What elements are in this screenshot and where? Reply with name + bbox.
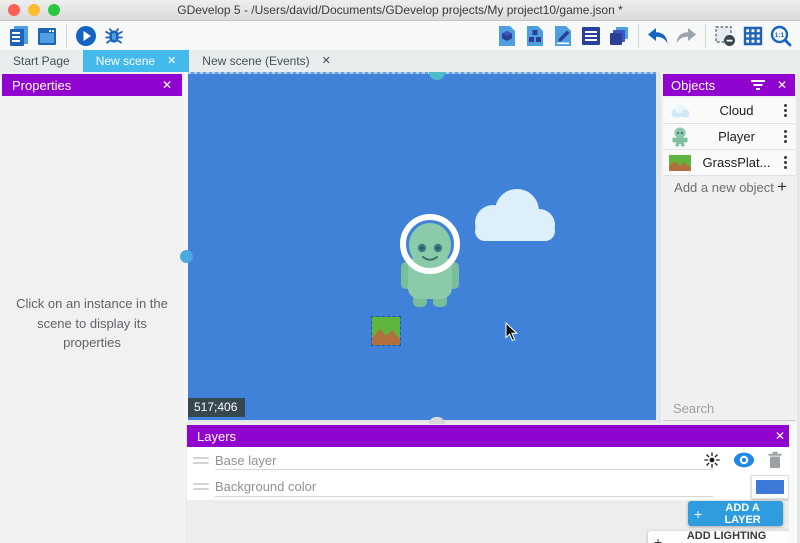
add-object-label: Add a new object bbox=[671, 180, 777, 195]
toolbar-separator bbox=[705, 24, 706, 48]
object-groups-icon[interactable] bbox=[521, 23, 549, 49]
object-search-input[interactable] bbox=[671, 400, 800, 417]
cloud-thumbnail-icon bbox=[669, 104, 691, 118]
objects-panel-title: Objects bbox=[671, 78, 715, 93]
main-toolbar: 1:1 bbox=[0, 21, 800, 50]
gdevelop-window: GDevelop 5 - /Users/david/Documents/GDev… bbox=[0, 0, 800, 543]
cursor-coordinates-badge: 517;406 bbox=[188, 398, 245, 417]
object-name: Player bbox=[693, 129, 780, 144]
background-color-swatch[interactable] bbox=[751, 475, 789, 499]
player-thumbnail-icon bbox=[672, 127, 688, 147]
editor-tab-bar: Start Page New scene ✕ New scene (Events… bbox=[0, 50, 800, 72]
drag-handle-icon[interactable] bbox=[193, 457, 209, 464]
object-menu-icon[interactable] bbox=[780, 154, 791, 171]
tab-label: New scene bbox=[96, 54, 155, 68]
zoom-1-1-icon[interactable]: 1:1 bbox=[767, 23, 795, 49]
mask-icon[interactable] bbox=[711, 23, 739, 49]
object-name: GrassPlat... bbox=[693, 155, 780, 170]
object-row-grassplatform[interactable]: GrassPlat... bbox=[663, 150, 795, 176]
filter-icon[interactable] bbox=[751, 80, 765, 90]
tab-label: Start Page bbox=[13, 54, 70, 68]
start-page-icon[interactable] bbox=[33, 23, 61, 49]
add-a-layer-button[interactable]: + ADD A LAYER bbox=[688, 501, 783, 526]
properties-panel-header: Properties ✕ bbox=[2, 74, 182, 96]
add-new-object-button[interactable]: Add a new object + bbox=[663, 175, 795, 199]
scene-canvas[interactable]: 517;406 bbox=[188, 72, 656, 420]
object-row-player[interactable]: Player bbox=[663, 124, 795, 150]
add-layer-label: ADD A LAYER bbox=[708, 502, 777, 526]
title-bar: GDevelop 5 - /Users/david/Documents/GDev… bbox=[0, 0, 800, 21]
lighting-icon[interactable] bbox=[703, 451, 721, 469]
layer-name[interactable]: Base layer bbox=[215, 453, 276, 468]
plus-icon: + bbox=[777, 177, 787, 197]
layer-name-underline bbox=[215, 496, 713, 497]
object-menu-icon[interactable] bbox=[780, 128, 791, 145]
window-title: GDevelop 5 - /Users/david/Documents/GDev… bbox=[0, 3, 800, 17]
zoom-window-button[interactable] bbox=[48, 4, 60, 16]
layer-name[interactable]: Background color bbox=[215, 479, 316, 494]
layers-panel: Layers ✕ Base layer bbox=[185, 423, 797, 543]
drag-handle-icon[interactable] bbox=[193, 483, 209, 490]
layers-stack-icon[interactable] bbox=[605, 23, 633, 49]
tab-start-page[interactable]: Start Page bbox=[0, 50, 83, 72]
layer-row-background-color[interactable]: Background color bbox=[187, 473, 795, 500]
plus-icon: + bbox=[694, 506, 702, 522]
close-tab-icon[interactable]: ✕ bbox=[322, 56, 331, 67]
close-icon[interactable]: ✕ bbox=[775, 429, 785, 443]
grass-platform-instance[interactable] bbox=[372, 317, 400, 345]
splitter-drag-handle[interactable] bbox=[180, 250, 193, 263]
object-name: Cloud bbox=[693, 103, 780, 118]
tab-new-scene-events[interactable]: New scene (Events) ✕ bbox=[189, 50, 344, 72]
objects-panel-header: Objects ✕ bbox=[663, 74, 795, 96]
add-lighting-layer-label: ADD LIGHTING LAYER bbox=[668, 530, 785, 543]
layers-panel-header: Layers ✕ bbox=[187, 425, 795, 447]
plus-icon: + bbox=[654, 534, 662, 543]
cloud-instance[interactable] bbox=[463, 183, 563, 247]
layers-panel-title: Layers bbox=[197, 429, 236, 444]
object-menu-icon[interactable] bbox=[780, 102, 791, 119]
mouse-cursor bbox=[505, 322, 519, 342]
object-row-cloud[interactable]: Cloud bbox=[663, 98, 795, 124]
toolbar-separator bbox=[638, 24, 639, 48]
player-instance[interactable] bbox=[396, 214, 464, 310]
scene-properties-icon[interactable] bbox=[549, 23, 577, 49]
toolbar-separator bbox=[66, 24, 67, 48]
layers-drag-handle[interactable] bbox=[429, 417, 445, 424]
svg-text:1:1: 1:1 bbox=[775, 32, 785, 39]
scrollbar-gutter bbox=[789, 423, 797, 543]
add-lighting-layer-button[interactable]: + ADD LIGHTING LAYER bbox=[648, 531, 791, 543]
grid-icon[interactable] bbox=[739, 23, 767, 49]
close-icon[interactable]: ✕ bbox=[162, 78, 172, 92]
delete-trash-icon[interactable] bbox=[767, 451, 783, 469]
layer-name-underline bbox=[215, 469, 713, 470]
properties-panel: Properties ✕ Click on an instance in the… bbox=[0, 72, 184, 543]
debug-icon[interactable] bbox=[100, 23, 128, 49]
close-window-button[interactable] bbox=[8, 4, 20, 16]
properties-panel-title: Properties bbox=[12, 78, 71, 93]
tab-new-scene[interactable]: New scene ✕ bbox=[83, 50, 190, 72]
objects-editor-icon[interactable] bbox=[493, 23, 521, 49]
redo-icon[interactable] bbox=[672, 23, 700, 49]
tab-label: New scene (Events) bbox=[202, 54, 309, 68]
minimize-window-button[interactable] bbox=[28, 4, 40, 16]
project-manager-icon[interactable] bbox=[5, 23, 33, 49]
layer-row-base[interactable]: Base layer bbox=[187, 447, 795, 473]
scene-top-edge bbox=[188, 72, 656, 74]
close-icon[interactable]: ✕ bbox=[777, 78, 787, 92]
object-search bbox=[663, 396, 795, 421]
instances-list-icon[interactable] bbox=[577, 23, 605, 49]
play-icon[interactable] bbox=[72, 23, 100, 49]
close-tab-icon[interactable]: ✕ bbox=[167, 56, 176, 67]
objects-panel: Objects ✕ Cloud bbox=[661, 72, 797, 423]
properties-empty-message: Click on an instance in the scene to dis… bbox=[10, 294, 174, 353]
undo-icon[interactable] bbox=[644, 23, 672, 49]
grass-thumbnail-icon bbox=[669, 155, 691, 171]
visibility-eye-icon[interactable] bbox=[733, 452, 755, 468]
